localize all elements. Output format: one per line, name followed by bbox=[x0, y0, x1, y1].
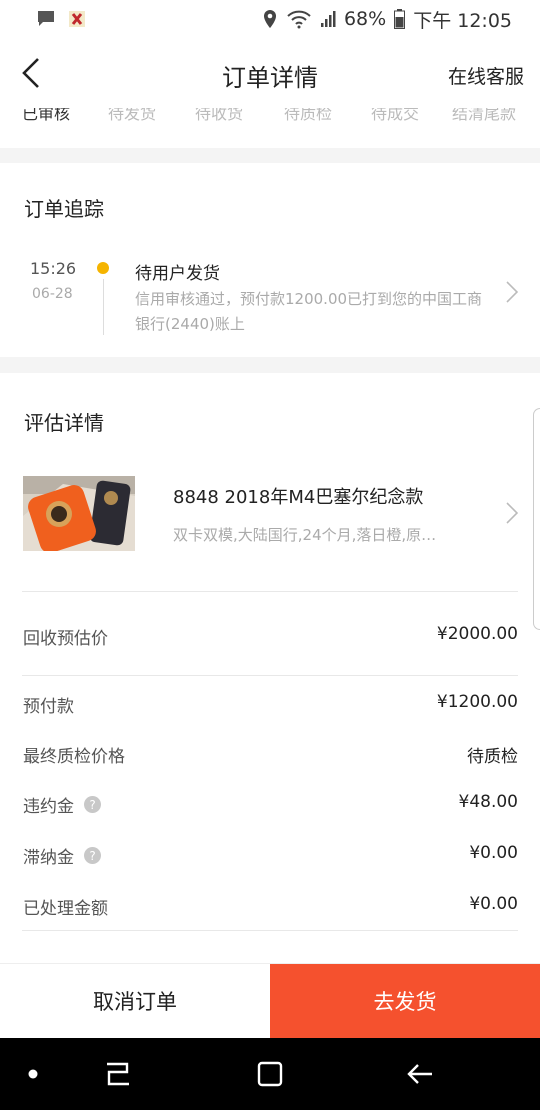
penalty-label: 违约金 ? bbox=[23, 792, 101, 817]
battery-icon bbox=[394, 9, 406, 29]
navigation-bar: 订单详情 在线客服 bbox=[0, 38, 540, 108]
late-fee-value: ¥0.00 bbox=[469, 843, 518, 863]
signal-icon bbox=[320, 11, 336, 27]
step-to-ship: 待发货 bbox=[108, 108, 157, 123]
step-to-deal: 待成交 bbox=[371, 108, 420, 123]
order-tracking-card: 订单追踪 15:26 06-28 待用户发货 信用审核通过，预付款1200.00… bbox=[0, 163, 540, 357]
home-icon[interactable] bbox=[256, 1060, 284, 1088]
ship-button[interactable]: 去发货 bbox=[270, 964, 540, 1038]
processed-amount-label: 已处理金额 bbox=[23, 899, 108, 919]
tracking-status-desc: 信用审核通过，预付款1200.00已打到您的中国工商银行(2440)账上 bbox=[135, 290, 483, 333]
product-photo bbox=[23, 476, 135, 551]
recent-apps-icon[interactable] bbox=[104, 1060, 132, 1088]
dot-icon[interactable] bbox=[28, 1069, 38, 1079]
bottom-action-bar: 取消订单 去发货 bbox=[0, 963, 540, 1038]
order-steps: 已审核 待发货 待收货 待质检 待成交 结清尾款 bbox=[0, 108, 540, 148]
prepayment-value: ¥1200.00 bbox=[436, 692, 518, 712]
system-navigation-bar bbox=[0, 1038, 540, 1110]
cancel-order-button[interactable]: 取消订单 bbox=[0, 964, 270, 1038]
wifi-icon bbox=[287, 10, 311, 29]
step-reviewed: 已审核 bbox=[22, 108, 71, 123]
processed-amount-value: ¥0.00 bbox=[469, 894, 518, 914]
chevron-right-icon[interactable] bbox=[506, 281, 518, 303]
final-inspection-price-value: 待质检 bbox=[467, 747, 518, 767]
tracking-status-title[interactable]: 待用户发货 bbox=[135, 259, 220, 284]
step-to-inspect: 待质检 bbox=[284, 108, 333, 123]
tracking-section-title: 订单追踪 bbox=[24, 197, 104, 221]
message-icon bbox=[38, 11, 54, 26]
product-name[interactable]: 8848 2018年M4巴塞尔纪念款 bbox=[173, 483, 423, 509]
timeline-dot bbox=[97, 262, 109, 274]
penalty-value: ¥48.00 bbox=[458, 792, 518, 812]
question-icon[interactable]: ? bbox=[84, 847, 101, 864]
divider bbox=[22, 930, 518, 931]
battery-percent: 68% bbox=[343, 8, 387, 30]
back-arrow-icon[interactable] bbox=[406, 1060, 434, 1088]
step-to-receive: 待收货 bbox=[195, 108, 244, 123]
app-notification-icon bbox=[69, 11, 85, 27]
product-image[interactable] bbox=[23, 476, 135, 551]
chevron-right-icon[interactable] bbox=[506, 502, 518, 524]
estimated-price-label: 回收预估价 bbox=[23, 629, 108, 649]
divider bbox=[22, 591, 518, 592]
online-service-link[interactable]: 在线客服 bbox=[448, 62, 524, 89]
clock: 下午 12:05 bbox=[413, 9, 512, 32]
status-bar: 68% 下午 12:05 bbox=[0, 0, 540, 38]
divider bbox=[22, 675, 518, 676]
side-scroll-handle[interactable] bbox=[533, 408, 540, 630]
final-inspection-price-label: 最终质检价格 bbox=[23, 747, 125, 767]
timeline-line bbox=[103, 279, 104, 335]
late-fee-label: 滞纳金 ? bbox=[23, 843, 101, 868]
question-icon[interactable]: ? bbox=[84, 796, 101, 813]
location-icon bbox=[263, 10, 276, 28]
prepayment-label: 预付款 bbox=[23, 697, 74, 717]
step-settle-balance: 结清尾款 bbox=[452, 108, 517, 123]
tracking-time: 15:26 bbox=[30, 259, 77, 278]
evaluation-section-title: 评估详情 bbox=[24, 411, 104, 435]
evaluation-card: 评估详情 8848 2018年M4巴塞尔纪念款 双卡双模,大陆国行,24个月,落… bbox=[0, 373, 540, 963]
tracking-date: 06-28 bbox=[32, 286, 73, 302]
estimated-price-value: ¥2000.00 bbox=[436, 624, 518, 644]
product-spec: 双卡双模,大陆国行,24个月,落日橙,原… bbox=[173, 526, 437, 544]
